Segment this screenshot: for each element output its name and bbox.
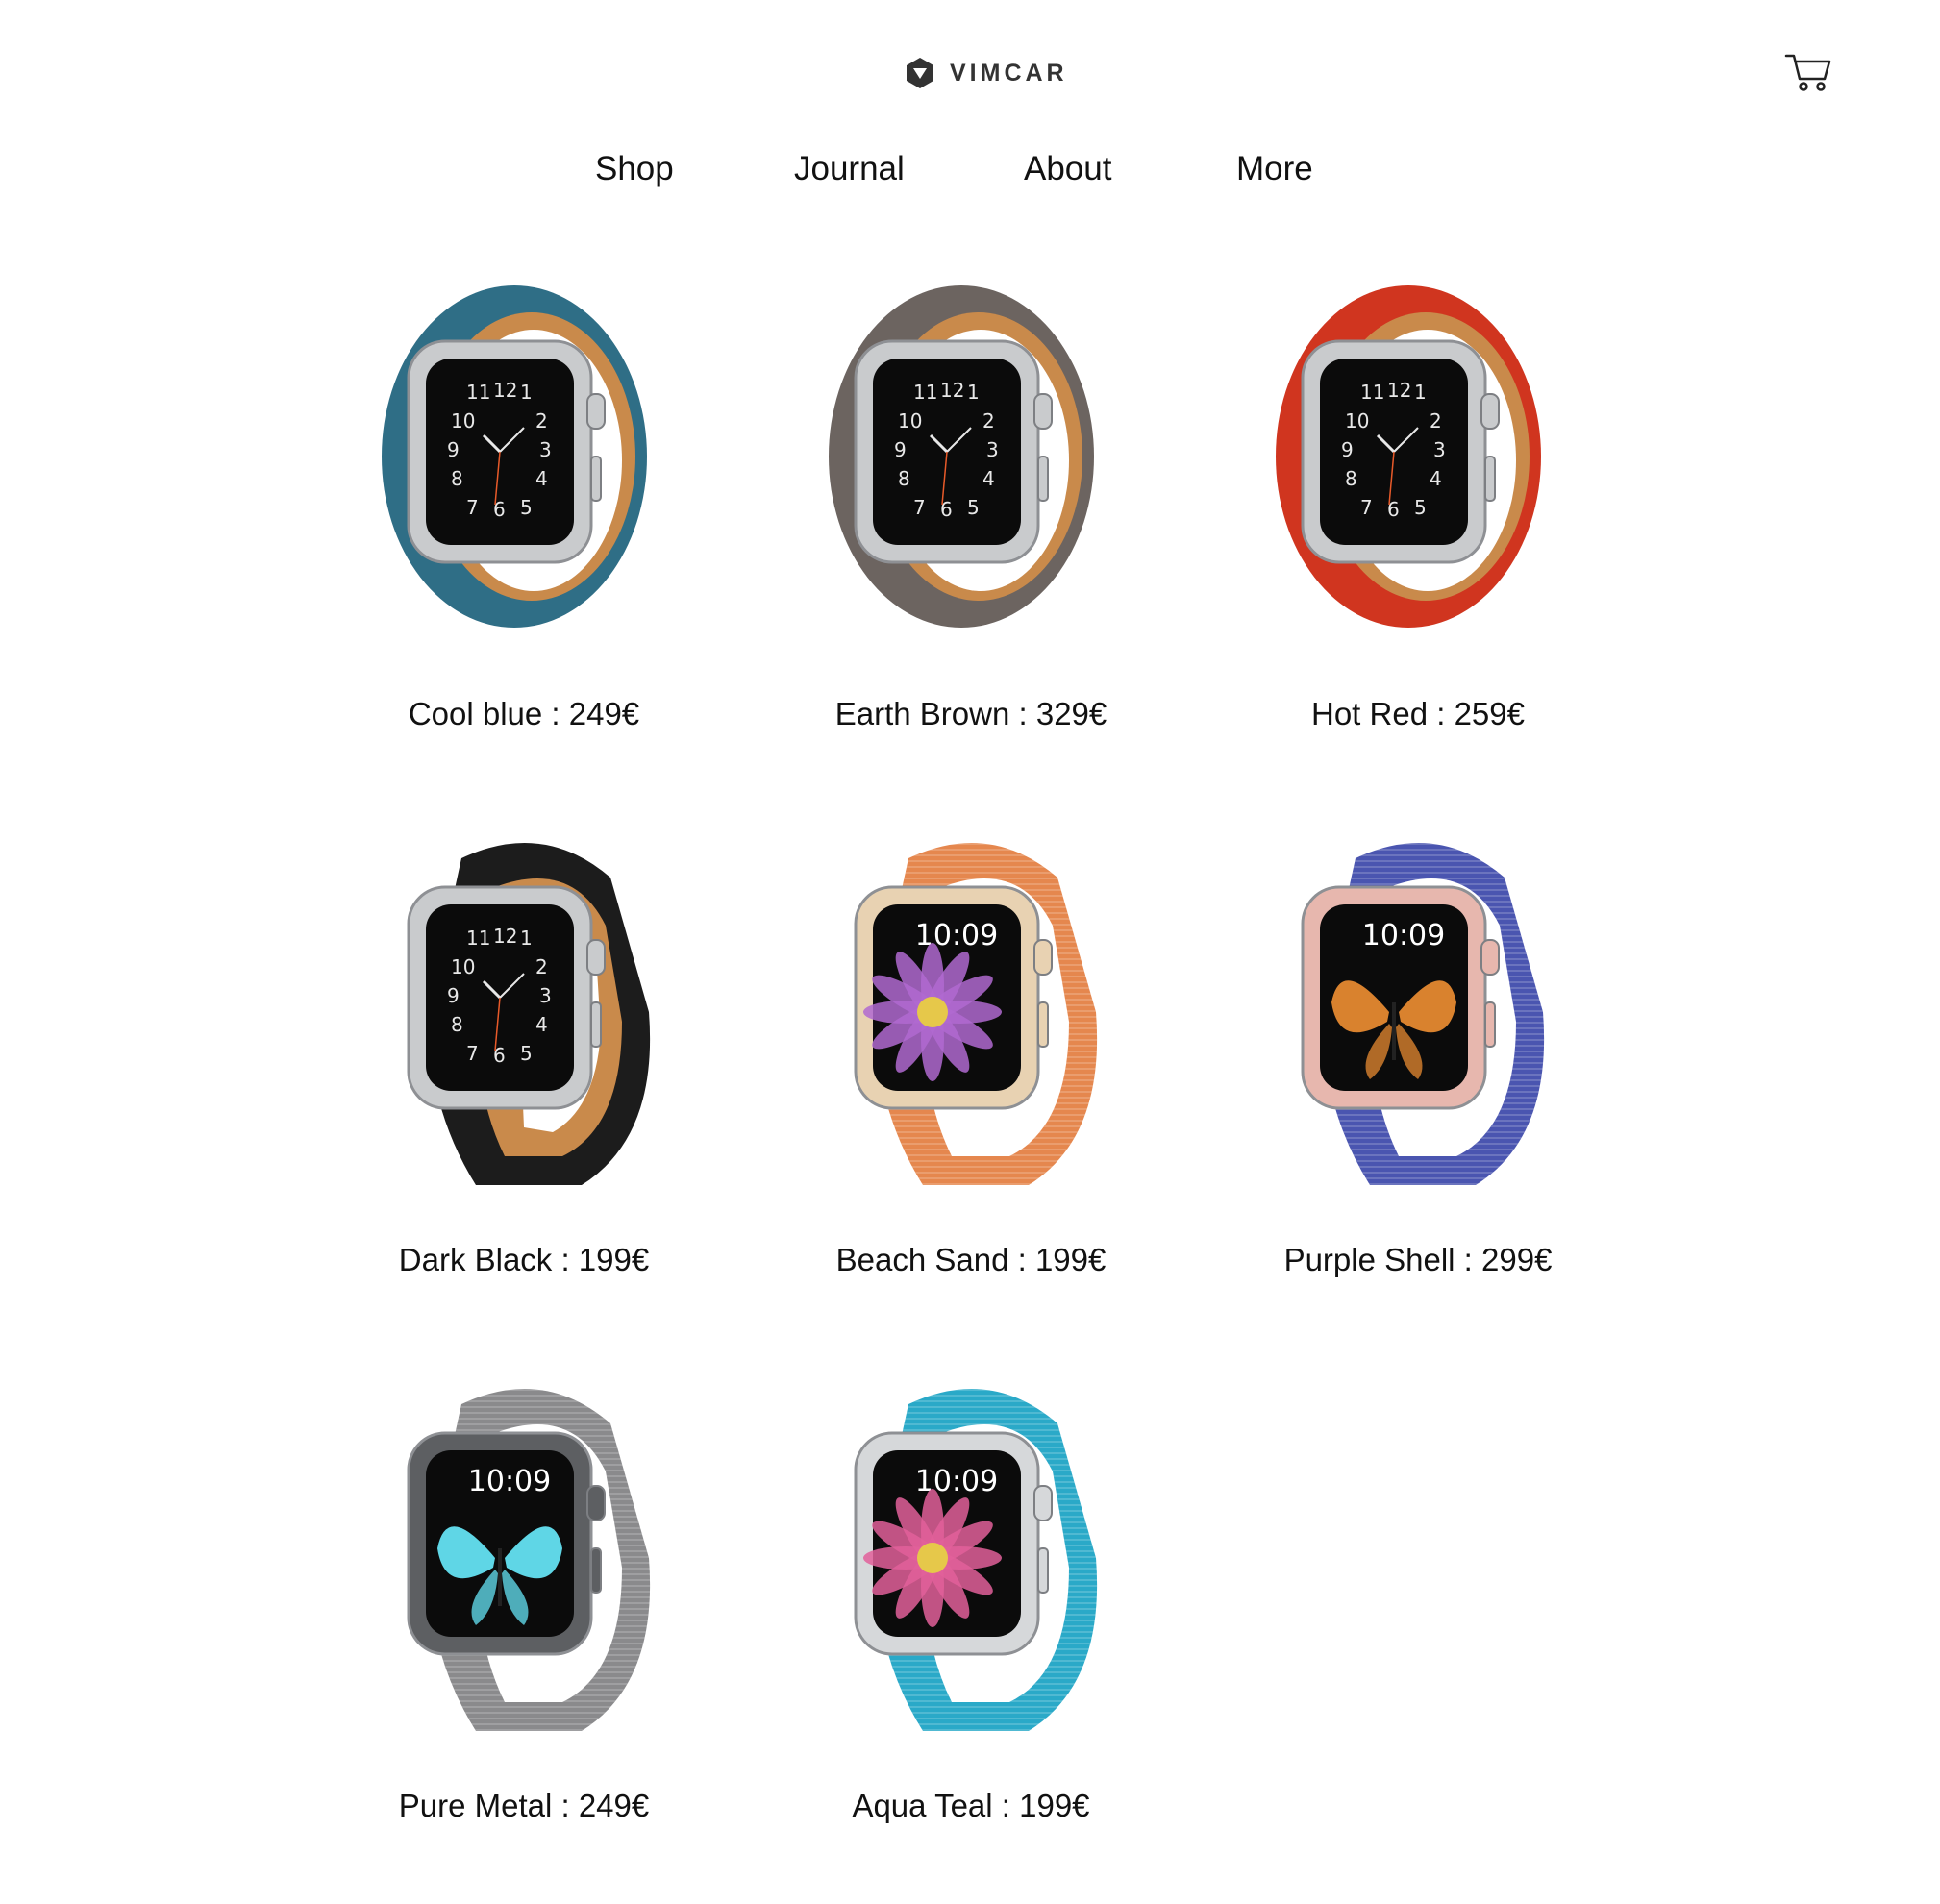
product-card[interactable]: 10:09 Purple Shell : 299€	[1226, 820, 1610, 1358]
watch-illustration: 11 12 110 29 38 47 6 5	[382, 285, 647, 628]
svg-text:1: 1	[520, 381, 533, 404]
svg-text:5: 5	[1414, 496, 1427, 519]
product-image[interactable]: 10:09	[370, 1366, 678, 1750]
svg-text:4: 4	[535, 1013, 548, 1036]
product-card[interactable]: 11 12 1 10 2 9 3 8 4 7 6 5 Dark Black : 199€	[332, 820, 716, 1358]
product-image[interactable]: 11 12 1 10 2 9 3 8 4 7 6 5	[370, 274, 678, 658]
svg-text:3: 3	[539, 984, 552, 1007]
watch-illustration: 11 12 110 29 38 47 6 5	[1276, 285, 1541, 628]
svg-text:7: 7	[466, 496, 479, 519]
svg-text:2: 2	[535, 409, 548, 433]
svg-text:9: 9	[447, 438, 460, 461]
product-image[interactable]: 10:09	[1264, 820, 1572, 1204]
svg-text:10:09: 10:09	[468, 1465, 551, 1498]
product-image[interactable]: 10:09	[817, 820, 1125, 1204]
svg-text:2: 2	[1430, 409, 1442, 433]
svg-text:12: 12	[1387, 379, 1411, 402]
product-card[interactable]: 10:09 Pure Metal : 249€	[332, 1366, 716, 1904]
svg-text:10:09: 10:09	[1362, 919, 1445, 952]
nav-item-journal[interactable]: Journal	[794, 150, 905, 188]
svg-text:5: 5	[520, 1042, 533, 1065]
svg-text:1: 1	[1414, 381, 1427, 404]
svg-text:2: 2	[982, 409, 995, 433]
svg-text:9: 9	[447, 984, 460, 1007]
svg-text:8: 8	[1345, 467, 1357, 490]
svg-text:7: 7	[1360, 496, 1373, 519]
product-caption[interactable]: Hot Red : 259€	[1226, 695, 1610, 733]
svg-text:8: 8	[451, 1013, 463, 1036]
svg-text:3: 3	[539, 438, 552, 461]
svg-text:10: 10	[451, 955, 475, 978]
vimcar-logo-icon	[907, 58, 933, 88]
nav-item-about[interactable]: About	[1024, 150, 1111, 188]
brand-name: VIMCAR	[950, 59, 1068, 87]
product-caption[interactable]: Pure Metal : 249€	[332, 1787, 716, 1825]
watch-illustration: 10:09	[854, 1389, 1098, 1731]
nav-item-more[interactable]: More	[1236, 150, 1313, 188]
svg-text:9: 9	[1341, 438, 1354, 461]
svg-text:5: 5	[967, 496, 980, 519]
svg-text:4: 4	[1430, 467, 1442, 490]
product-image[interactable]: 10:09	[817, 1366, 1125, 1750]
svg-text:8: 8	[451, 467, 463, 490]
svg-text:2: 2	[535, 955, 548, 978]
product-card[interactable]: 11 12 1 10 2 9 3 8 4 7 6 5 Earth Brown : 329€	[779, 274, 1163, 812]
svg-text:8: 8	[898, 467, 910, 490]
svg-text:11: 11	[466, 381, 490, 404]
product-caption[interactable]: Aqua Teal : 199€	[779, 1787, 1163, 1825]
product-image[interactable]: 11 12 1 10 2 9 3 8 4 7 6 5	[1264, 274, 1572, 658]
svg-text:9: 9	[894, 438, 907, 461]
svg-text:4: 4	[535, 467, 548, 490]
svg-text:4: 4	[982, 467, 995, 490]
product-caption[interactable]: Beach Sand : 199€	[779, 1241, 1163, 1279]
watch-illustration: 11 12 110 29 38 47 6 5	[829, 285, 1094, 628]
product-card[interactable]: 10:09 Aqua Teal : 199€	[779, 1366, 1163, 1904]
svg-text:12: 12	[493, 379, 517, 402]
product-card[interactable]: 10:09 Beach Sand : 199€	[779, 820, 1163, 1358]
svg-text:7: 7	[913, 496, 926, 519]
shopping-cart-icon	[1784, 54, 1831, 91]
product-card[interactable]: 11 12 1 10 2 9 3 8 4 7 6 5 Hot Red : 259€	[1226, 274, 1610, 812]
svg-text:11: 11	[913, 381, 937, 404]
product-image[interactable]: 11 12 1 10 2 9 3 8 4 7 6 5	[817, 274, 1125, 658]
svg-text:10: 10	[898, 409, 922, 433]
watch-illustration: 10:09	[407, 1389, 651, 1731]
svg-text:1: 1	[967, 381, 980, 404]
watch-illustration: 11 12 110 29 38 47 6 5	[407, 843, 651, 1185]
product-caption[interactable]: Dark Black : 199€	[332, 1241, 716, 1279]
svg-text:1: 1	[520, 927, 533, 950]
svg-text:10: 10	[1345, 409, 1369, 433]
svg-text:3: 3	[1433, 438, 1446, 461]
svg-text:7: 7	[466, 1042, 479, 1065]
watch-illustration: 10:09	[854, 843, 1098, 1185]
svg-text:12: 12	[493, 925, 517, 948]
product-caption[interactable]: Earth Brown : 329€	[779, 695, 1163, 733]
cart-button[interactable]	[1784, 50, 1832, 94]
product-caption[interactable]: Purple Shell : 299€	[1226, 1241, 1610, 1279]
svg-text:5: 5	[520, 496, 533, 519]
product-caption[interactable]: Cool blue : 249€	[332, 695, 716, 733]
product-card[interactable]: 11 12 1 10 2 9 3 8 4 7 6 5 Cool blue : 249€	[332, 274, 716, 812]
brand-logo[interactable]: VIMCAR	[904, 54, 1068, 92]
svg-text:10: 10	[451, 409, 475, 433]
watch-illustration: 10:09	[1301, 843, 1545, 1185]
svg-text:11: 11	[1360, 381, 1384, 404]
svg-text:3: 3	[986, 438, 999, 461]
svg-text:12: 12	[940, 379, 964, 402]
svg-text:11: 11	[466, 927, 490, 950]
product-image[interactable]: 11 12 1 10 2 9 3 8 4 7 6 5	[370, 820, 678, 1204]
nav-item-shop[interactable]: Shop	[595, 150, 674, 188]
